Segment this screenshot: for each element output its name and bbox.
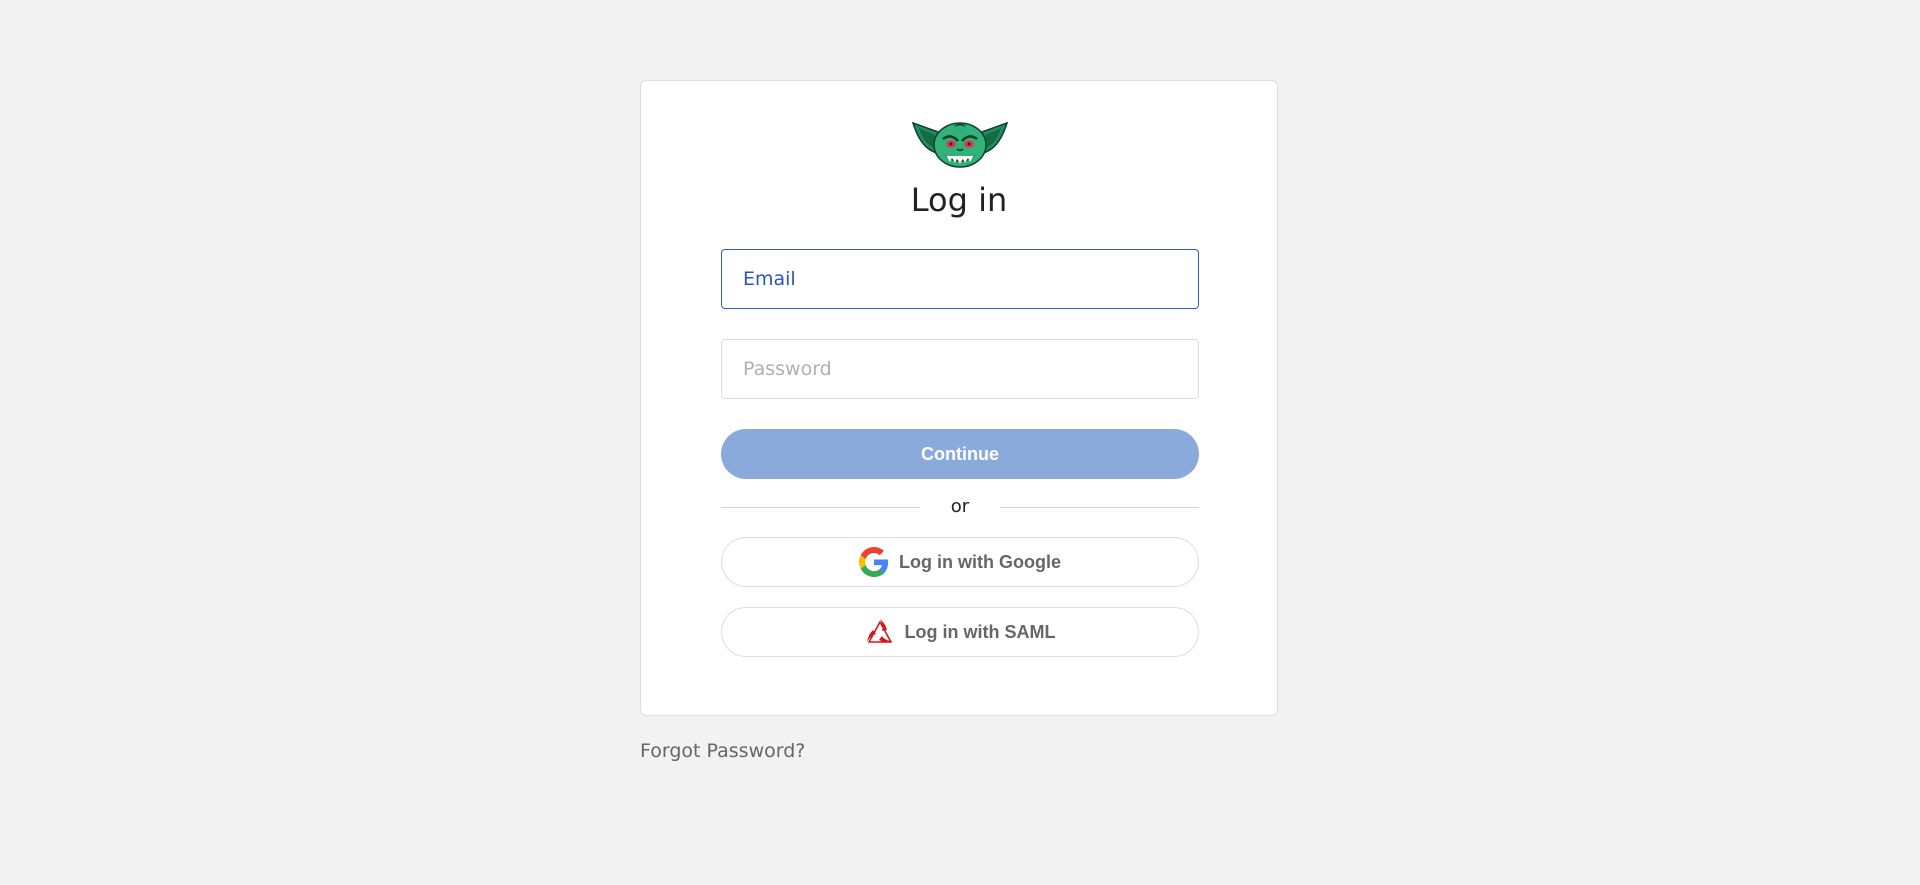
page-title: Log in [910,181,1008,219]
google-login-button[interactable]: Log in with Google [721,537,1199,587]
google-icon [859,547,889,577]
password-field[interactable] [721,339,1199,399]
google-login-label: Log in with Google [899,551,1061,572]
saml-icon [866,619,893,643]
login-card: Log in Continue or Log in with Google Lo… [640,80,1278,716]
continue-button[interactable]: Continue [721,429,1199,479]
divider-line-right [1000,507,1199,508]
goblin-logo-icon [911,121,1009,168]
forgot-password-link[interactable]: Forgot Password? [640,740,805,762]
or-divider: or [721,495,1199,519]
email-field[interactable] [721,249,1199,309]
saml-login-button[interactable]: Log in with SAML [721,607,1199,657]
saml-login-label: Log in with SAML [904,621,1056,642]
